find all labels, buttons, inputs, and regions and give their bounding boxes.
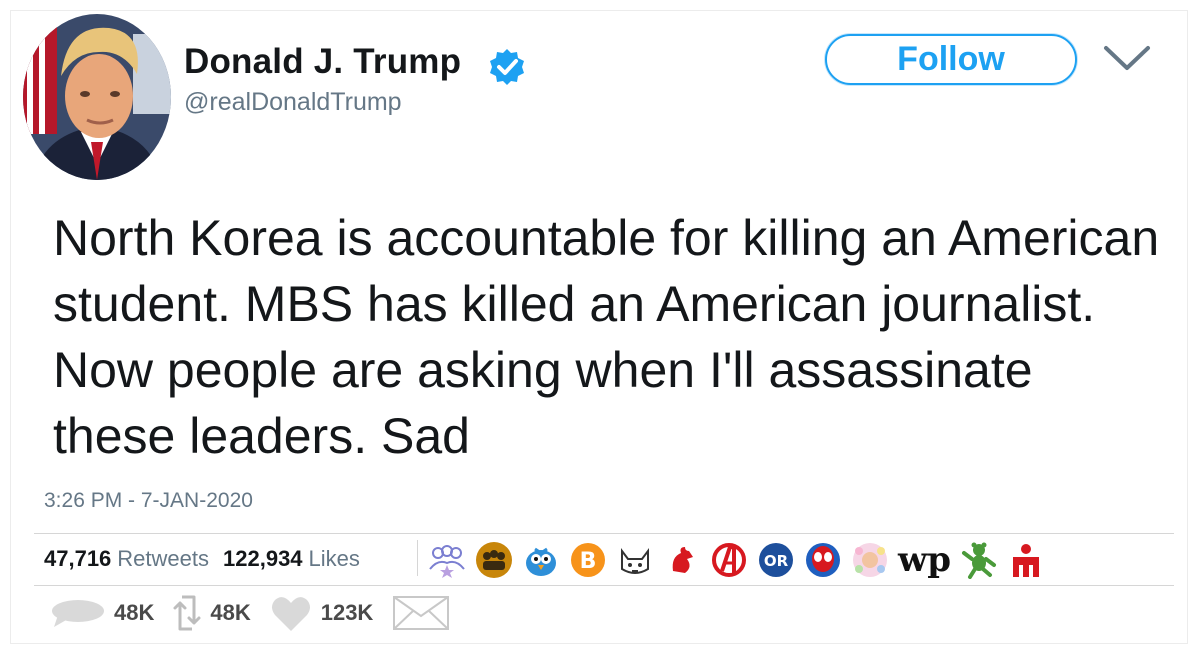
svg-text:OR: OR [764, 552, 789, 570]
cat-icon[interactable] [616, 541, 654, 579]
retweet-action[interactable]: 48K [172, 593, 251, 633]
retweet-icon[interactable] [172, 593, 202, 633]
retweets-count[interactable]: 47,716 [44, 546, 111, 572]
washington-post-icon[interactable]: wp [898, 541, 951, 579]
direct-message-action[interactable] [391, 594, 451, 632]
mail-icon[interactable] [391, 594, 451, 632]
tweet-text: North Korea is accountable for killing a… [53, 210, 1160, 464]
svg-text:B: B [580, 549, 597, 574]
stats-top-divider [34, 533, 1174, 534]
avatar[interactable] [23, 14, 171, 180]
retweet-count: 48K [210, 600, 251, 625]
reply-count: 48K [114, 600, 155, 625]
floral-avatar-icon[interactable] [851, 541, 889, 579]
tweet-timestamp[interactable]: 3:26 PM - 7-JAN-2020 [44, 489, 253, 513]
verified-badge-icon [490, 49, 524, 85]
dancing-bear-icon[interactable] [960, 541, 998, 579]
rooster-icon[interactable] [663, 541, 701, 579]
oculus-icon[interactable]: OR [757, 541, 795, 579]
tweet-actions: 48K 48K 123K [50, 591, 469, 635]
heart-icon[interactable] [269, 593, 313, 633]
stats-separator [417, 540, 418, 576]
reply-icon[interactable] [50, 597, 106, 629]
people-icon[interactable] [475, 541, 513, 579]
likes-label[interactable]: Likes [309, 546, 360, 572]
author-handle[interactable]: @realDonaldTrump [184, 88, 402, 117]
like-action[interactable]: 123K [269, 593, 374, 633]
reply-action[interactable]: 48K [50, 597, 154, 629]
likes-count[interactable]: 122,934 [223, 546, 303, 572]
engagement-stats: 47,716 Retweets 122,934 Likes [44, 546, 374, 572]
author-name[interactable]: Donald J. Trump [184, 42, 461, 82]
like-count: 123K [320, 600, 374, 625]
avatar-photo [23, 14, 171, 180]
retweets-label[interactable]: Retweets [117, 546, 209, 572]
spiderman-icon[interactable] [804, 541, 842, 579]
actions-divider [34, 585, 1174, 586]
likers-avatars: B OR wp [428, 538, 1045, 582]
follow-button[interactable]: Follow [825, 34, 1077, 85]
chevron-down-icon[interactable] [1102, 42, 1152, 72]
group-icon[interactable] [428, 541, 466, 579]
bird-icon[interactable] [522, 541, 560, 579]
ironman-logo-icon[interactable] [1007, 541, 1045, 579]
bitcoin-icon[interactable]: B [569, 541, 607, 579]
avengers-icon[interactable] [710, 541, 748, 579]
